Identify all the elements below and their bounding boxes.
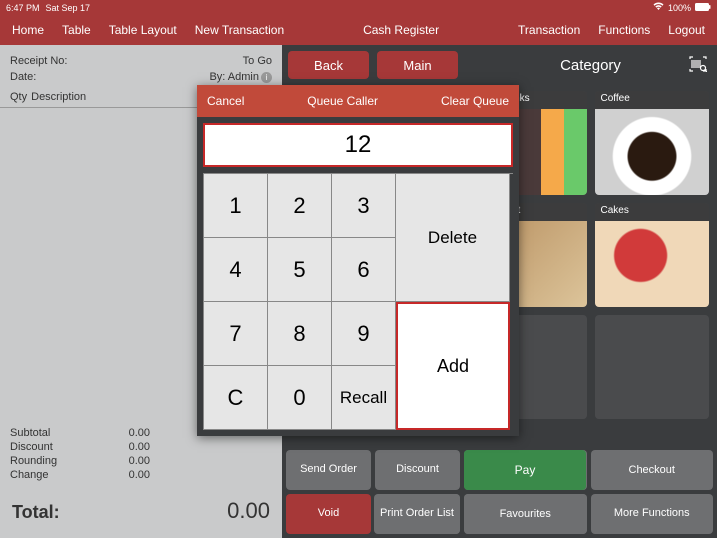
- checkout-button[interactable]: Checkout: [591, 450, 714, 490]
- subtotal-value: 0.00: [100, 427, 150, 439]
- receipt-by: By: Admini: [209, 71, 272, 83]
- pay-button[interactable]: Pay: [464, 450, 586, 490]
- modal-clear-button[interactable]: Clear Queue: [441, 94, 509, 108]
- tile-label: Coffee: [595, 91, 710, 109]
- receipt-togo: To Go: [243, 55, 272, 67]
- change-label: Change: [10, 469, 100, 481]
- barcode-scan-icon[interactable]: [689, 56, 707, 75]
- total-value: 0.00: [227, 498, 270, 524]
- wifi-icon: [653, 2, 664, 13]
- category-tile-empty: .: [595, 315, 710, 419]
- menu-home[interactable]: Home: [12, 23, 44, 37]
- modal-cancel-button[interactable]: Cancel: [207, 94, 244, 108]
- queue-caller-modal: Cancel Queue Caller Clear Queue 12 1 2 3…: [197, 85, 519, 436]
- send-order-button[interactable]: Send Order: [286, 450, 371, 490]
- rounding-value: 0.00: [100, 455, 150, 467]
- status-time: 6:47 PM: [6, 3, 40, 13]
- key-recall[interactable]: Recall: [332, 366, 396, 430]
- status-date: Sat Sep 17: [46, 3, 91, 13]
- info-icon[interactable]: i: [261, 72, 272, 83]
- menu-new-transaction[interactable]: New Transaction: [195, 23, 284, 37]
- more-functions-button[interactable]: More Functions: [591, 494, 714, 534]
- favourites-button[interactable]: Favourites: [464, 494, 587, 534]
- key-7[interactable]: 7: [204, 302, 268, 366]
- menu-transaction[interactable]: Transaction: [518, 23, 580, 37]
- key-2[interactable]: 2: [268, 174, 332, 238]
- tile-label: Cakes: [595, 203, 710, 221]
- category-tile-coffee[interactable]: Coffee: [595, 91, 710, 195]
- menu-logout[interactable]: Logout: [668, 23, 705, 37]
- key-9[interactable]: 9: [332, 302, 396, 366]
- col-qty: Qty: [10, 91, 27, 103]
- print-list-button[interactable]: Print Order List: [374, 494, 460, 534]
- key-6[interactable]: 6: [332, 238, 396, 302]
- key-delete[interactable]: Delete: [396, 174, 510, 302]
- change-value: 0.00: [100, 469, 150, 481]
- discount-button[interactable]: Discount: [375, 450, 460, 490]
- key-1[interactable]: 1: [204, 174, 268, 238]
- status-battery-pct: 100%: [668, 3, 691, 13]
- queue-display: 12: [203, 123, 513, 167]
- category-tile-cakes[interactable]: Cakes: [595, 203, 710, 307]
- tile-image: [595, 109, 710, 195]
- menu-table-layout[interactable]: Table Layout: [109, 23, 177, 37]
- menu-table[interactable]: Table: [62, 23, 91, 37]
- key-add[interactable]: Add: [396, 302, 510, 430]
- void-button[interactable]: Void: [286, 494, 371, 534]
- key-3[interactable]: 3: [332, 174, 396, 238]
- key-c[interactable]: C: [204, 366, 268, 430]
- key-0[interactable]: 0: [268, 366, 332, 430]
- menu-functions[interactable]: Functions: [598, 23, 650, 37]
- subtotal-label: Subtotal: [10, 427, 100, 439]
- discount-label: Discount: [10, 441, 100, 453]
- category-title: Category: [560, 57, 621, 74]
- battery-icon: [695, 3, 711, 13]
- tile-image: [595, 221, 710, 307]
- key-8[interactable]: 8: [268, 302, 332, 366]
- key-4[interactable]: 4: [204, 238, 268, 302]
- total-label: Total:: [12, 502, 60, 523]
- receipt-date-label: Date:: [10, 71, 36, 83]
- key-5[interactable]: 5: [268, 238, 332, 302]
- menu-title: Cash Register: [363, 23, 439, 37]
- keypad: 1 2 3 Delete 4 5 6 7 8 9 Add C 0 Recall: [203, 173, 513, 430]
- discount-value: 0.00: [100, 441, 150, 453]
- receipt-no-label: Receipt No:: [10, 55, 67, 67]
- modal-title: Queue Caller: [307, 94, 378, 108]
- main-button[interactable]: Main: [377, 51, 458, 79]
- col-desc: Description: [31, 91, 86, 103]
- rounding-label: Rounding: [10, 455, 100, 467]
- back-button[interactable]: Back: [288, 51, 369, 79]
- status-bar: 6:47 PM Sat Sep 17 100%: [0, 0, 717, 15]
- menu-bar: Home Table Table Layout New Transaction …: [0, 15, 717, 45]
